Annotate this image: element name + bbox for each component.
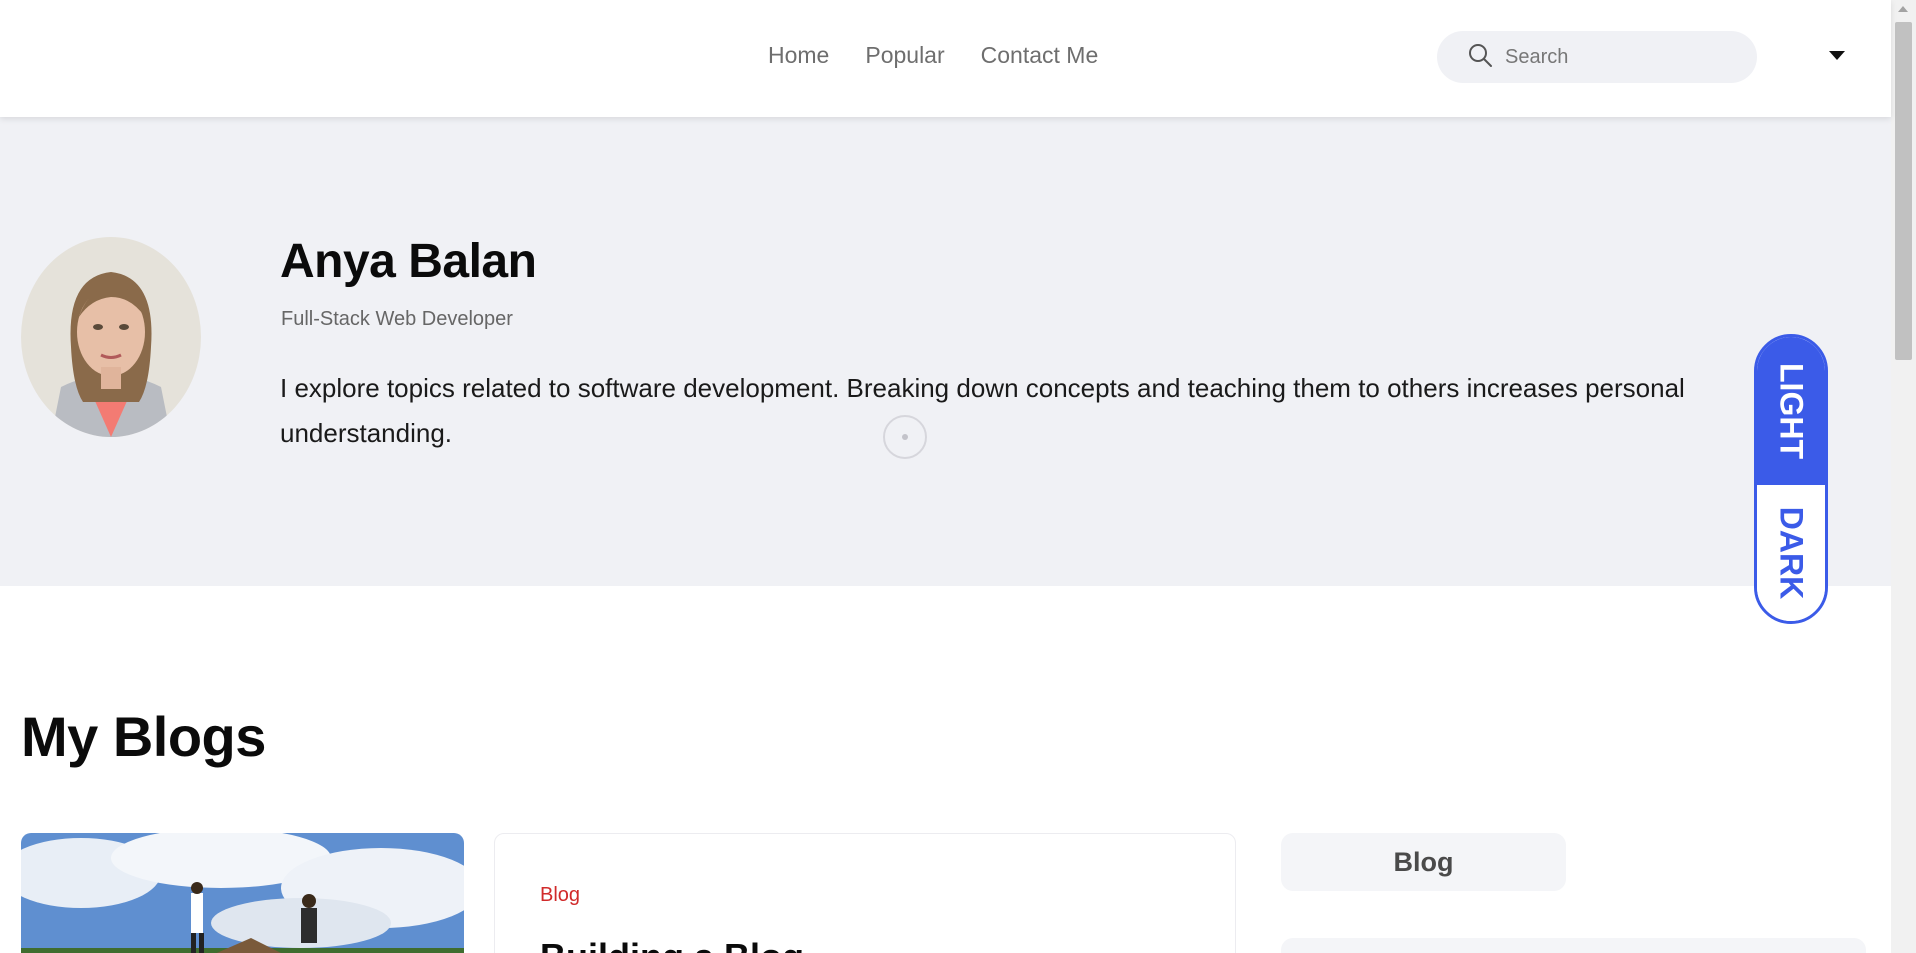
page-scrollbar[interactable] [1891, 0, 1916, 953]
profile-hero [0, 117, 1891, 586]
dark-mode-button[interactable]: DARK [1757, 485, 1825, 621]
blog-card-image[interactable] [21, 833, 464, 953]
dropdown-caret-icon[interactable] [1829, 51, 1845, 60]
sidebar-category-label: Blog [1393, 846, 1454, 877]
profile-bio: I explore topics related to software dev… [280, 373, 1685, 448]
light-mode-button[interactable]: LIGHT [1757, 337, 1825, 485]
dark-mode-label: DARK [1773, 506, 1810, 600]
scroll-up-arrow-icon[interactable] [1898, 6, 1908, 12]
blog-card[interactable]: Blog Building a Blog [494, 833, 1236, 953]
light-mode-label: LIGHT [1773, 363, 1810, 459]
avatar [21, 237, 201, 437]
nav-contact-link[interactable]: Contact Me [981, 42, 1099, 69]
site-header: Home Popular Contact Me [0, 0, 1891, 117]
nav-popular-link[interactable]: Popular [865, 42, 944, 69]
loading-spinner-icon [883, 415, 927, 459]
profile-name: Anya Balan [280, 235, 537, 288]
search-icon [1467, 42, 1493, 73]
blog-card-category[interactable]: Blog [540, 884, 580, 907]
theme-toggle[interactable]: LIGHT DARK [1754, 334, 1828, 624]
blog-card-title[interactable]: Building a Blog [540, 936, 804, 953]
sidebar-panel [1281, 938, 1866, 953]
profile-role: Full-Stack Web Developer [281, 308, 513, 330]
scrollbar-thumb[interactable] [1895, 22, 1912, 360]
section-title: My Blogs [21, 705, 266, 768]
sidebar-category-pill[interactable]: Blog [1281, 833, 1566, 891]
search-box[interactable] [1437, 31, 1757, 83]
search-input[interactable] [1505, 45, 1735, 69]
main-nav: Home Popular Contact Me [768, 42, 1098, 69]
nav-home-link[interactable]: Home [768, 42, 829, 69]
